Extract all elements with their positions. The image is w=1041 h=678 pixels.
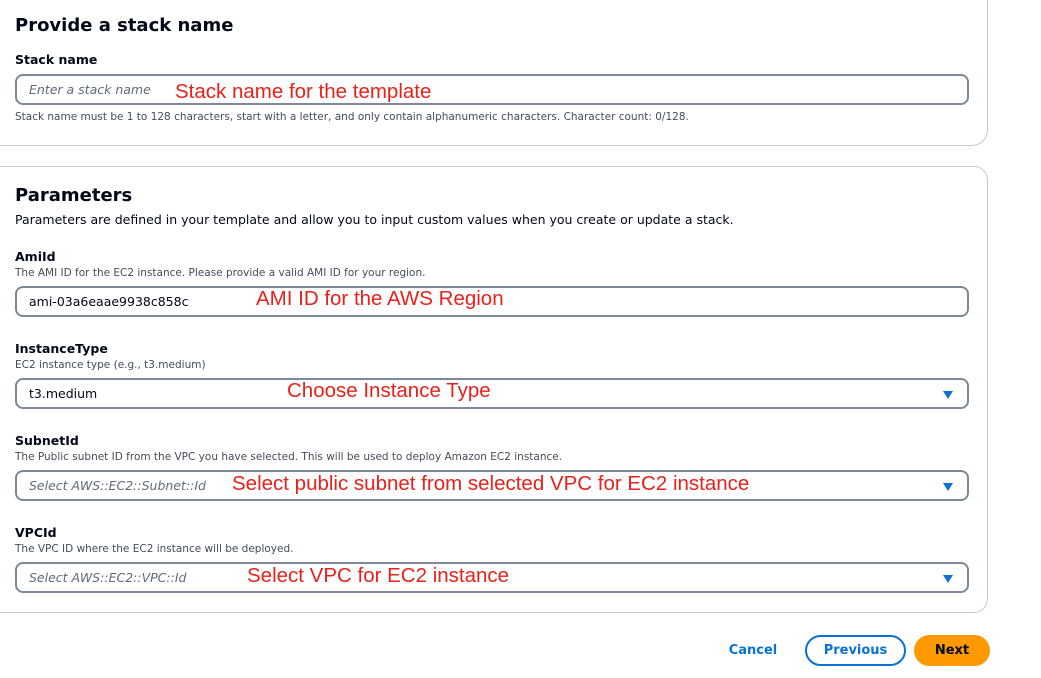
next-button[interactable]: Next bbox=[914, 635, 990, 666]
subnet-id-placeholder: Select AWS::EC2::Subnet::Id bbox=[29, 478, 206, 493]
ami-id-annotation: AMI ID for the AWS Region bbox=[256, 287, 504, 310]
stack-name-label: Stack name bbox=[15, 52, 98, 67]
vpc-id-annotation: Select VPC for EC2 instance bbox=[247, 564, 510, 587]
vpc-id-label: VPCId bbox=[15, 525, 57, 540]
parameters-panel: Parameters Parameters are defined in you… bbox=[0, 166, 988, 613]
subnet-id-label: SubnetId bbox=[15, 433, 79, 448]
stack-name-hint: Stack name must be 1 to 128 characters, … bbox=[15, 111, 689, 123]
caret-down-icon bbox=[943, 483, 953, 491]
stack-name-annotation: Stack name for the template bbox=[175, 80, 432, 103]
instance-type-value: t3.medium bbox=[29, 386, 98, 401]
previous-button[interactable]: Previous bbox=[805, 635, 906, 666]
ami-id-value: ami-03a6eaae9938c858c bbox=[29, 294, 189, 309]
subnet-id-description: The Public subnet ID from the VPC you ha… bbox=[15, 451, 563, 463]
parameters-title: Parameters bbox=[15, 185, 133, 206]
instance-type-description: EC2 instance type (e.g., t3.medium) bbox=[15, 359, 206, 371]
vpc-id-placeholder: Select AWS::EC2::VPC::Id bbox=[29, 570, 187, 585]
cancel-button[interactable]: Cancel bbox=[722, 635, 784, 666]
instance-type-label: InstanceType bbox=[15, 341, 108, 356]
instance-type-select[interactable]: t3.medium bbox=[15, 378, 969, 409]
caret-down-icon bbox=[943, 391, 953, 399]
vpc-id-description: The VPC ID where the EC2 instance will b… bbox=[15, 543, 294, 555]
ami-id-description: The AMI ID for the EC2 instance. Please … bbox=[15, 267, 426, 279]
caret-down-icon bbox=[943, 575, 953, 583]
stack-name-input[interactable]: Enter a stack name bbox=[15, 74, 969, 105]
subnet-id-annotation: Select public subnet from selected VPC f… bbox=[232, 472, 750, 495]
stack-name-placeholder: Enter a stack name bbox=[29, 82, 151, 97]
instance-type-annotation: Choose Instance Type bbox=[287, 379, 491, 402]
stack-name-panel: Provide a stack name Stack name Enter a … bbox=[0, 0, 988, 146]
parameters-description: Parameters are defined in your template … bbox=[15, 212, 734, 227]
ami-id-label: AmiId bbox=[15, 249, 56, 264]
stack-section-title: Provide a stack name bbox=[15, 15, 234, 36]
